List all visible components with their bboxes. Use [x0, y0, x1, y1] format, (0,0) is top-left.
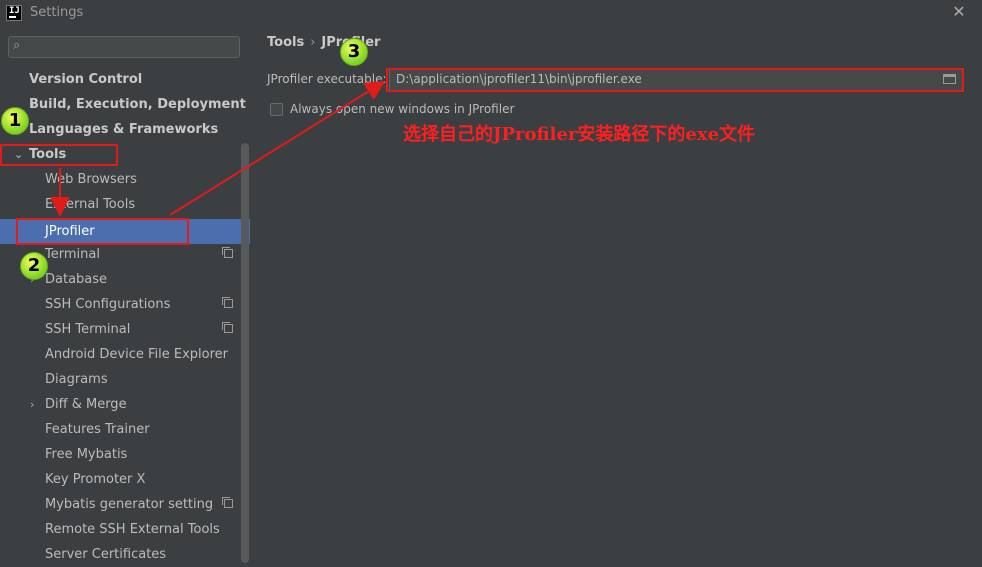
project-settings-icon: [222, 322, 233, 333]
sidebar-item-label: Free Mybatis: [45, 447, 128, 462]
sidebar-item-label: Features Trainer: [45, 422, 150, 437]
annotation-box-executable: [386, 68, 964, 92]
step-badge-1: 1: [1, 107, 29, 135]
sidebar-item-android-device-file-explorer[interactable]: Android Device File Explorer: [0, 342, 238, 367]
annotation-box-jprofiler: [16, 218, 189, 245]
sidebar-item-languages-frameworks[interactable]: Languages & Frameworks: [0, 117, 238, 142]
sidebar-item-remote-ssh-external-tools[interactable]: Remote SSH External Tools: [0, 517, 238, 542]
sidebar-item-ssh-configurations[interactable]: SSH Configurations: [0, 292, 238, 317]
settings-main-panel: Tools›JProfiler JProfiler executable: D:…: [250, 26, 982, 563]
sidebar-item-label: Android Device File Explorer: [45, 347, 228, 362]
sidebar-item-label: Diff & Merge: [45, 397, 127, 412]
project-settings-icon: [222, 497, 233, 508]
always-open-checkbox[interactable]: [270, 103, 283, 116]
chevron-right-icon[interactable]: ›: [30, 392, 34, 417]
annotation-box-tools: [0, 144, 118, 166]
title-bar: IJ Settings ✕: [0, 0, 982, 26]
window-title: Settings: [30, 5, 84, 20]
sidebar-scrollbar[interactable]: [241, 143, 249, 563]
settings-sidebar: ⌕ Version Control › Build, Execution, De…: [0, 26, 250, 563]
search-icon: ⌕: [13, 38, 21, 53]
breadcrumb-separator: ›: [310, 35, 316, 50]
sidebar-item-label: Diagrams: [45, 372, 108, 387]
sidebar-item-label: External Tools: [45, 197, 136, 212]
sidebar-item-label: Database: [45, 272, 108, 287]
sidebar-item-label: Version Control: [29, 72, 143, 87]
sidebar-item-label: Terminal: [45, 247, 100, 262]
sidebar-item-label: Server Certificates: [45, 547, 167, 562]
sidebar-item-diagrams[interactable]: Diagrams: [0, 367, 238, 392]
sidebar-item-ssh-terminal[interactable]: SSH Terminal: [0, 317, 238, 342]
sidebar-item-version-control[interactable]: Version Control: [0, 67, 238, 92]
sidebar-item-label: Web Browsers: [45, 172, 137, 187]
sidebar-item-web-browsers[interactable]: Web Browsers: [0, 167, 238, 192]
always-open-label: Always open new windows in JProfiler: [290, 102, 515, 116]
sidebar-item-external-tools[interactable]: External Tools: [0, 192, 238, 217]
breadcrumb-parent[interactable]: Tools: [267, 35, 304, 50]
sidebar-item-label: SSH Terminal: [45, 322, 131, 337]
sidebar-item-key-promoter-x[interactable]: Key Promoter X: [0, 467, 238, 492]
project-settings-icon: [222, 247, 233, 258]
project-settings-icon: [222, 297, 233, 308]
sidebar-item-build-execution-deployment[interactable]: › Build, Execution, Deployment: [0, 92, 246, 117]
intellij-logo-icon: IJ: [6, 5, 22, 21]
step-badge-3: 3: [340, 38, 368, 66]
sidebar-item-label: Mybatis generator setting: [45, 497, 214, 512]
close-icon: ✕: [952, 2, 966, 21]
sidebar-item-label: Languages & Frameworks: [29, 122, 219, 137]
sidebar-item-free-mybatis[interactable]: Free Mybatis: [0, 442, 238, 467]
close-button[interactable]: ✕: [950, 3, 968, 21]
settings-search[interactable]: ⌕: [8, 36, 240, 58]
sidebar-item-features-trainer[interactable]: Features Trainer: [0, 417, 238, 442]
executable-label: JProfiler executable:: [267, 72, 387, 86]
search-input[interactable]: [31, 38, 235, 58]
annotation-note: 选择自己的JProfiler安装路径下的exe文件: [403, 124, 756, 145]
step-badge-2: 2: [20, 252, 48, 280]
sidebar-item-label: Remote SSH External Tools: [45, 522, 220, 537]
sidebar-item-label: Build, Execution, Deployment: [29, 97, 246, 112]
sidebar-item-label: SSH Configurations: [45, 297, 171, 312]
logo-text: IJ: [9, 6, 20, 16]
sidebar-item-mybatis-generator-setting[interactable]: Mybatis generator setting: [0, 492, 238, 517]
sidebar-item-server-certificates[interactable]: Server Certificates: [0, 542, 238, 567]
sidebar-item-label: Key Promoter X: [45, 472, 146, 487]
sidebar-item-diff-merge[interactable]: › Diff & Merge: [0, 392, 238, 417]
